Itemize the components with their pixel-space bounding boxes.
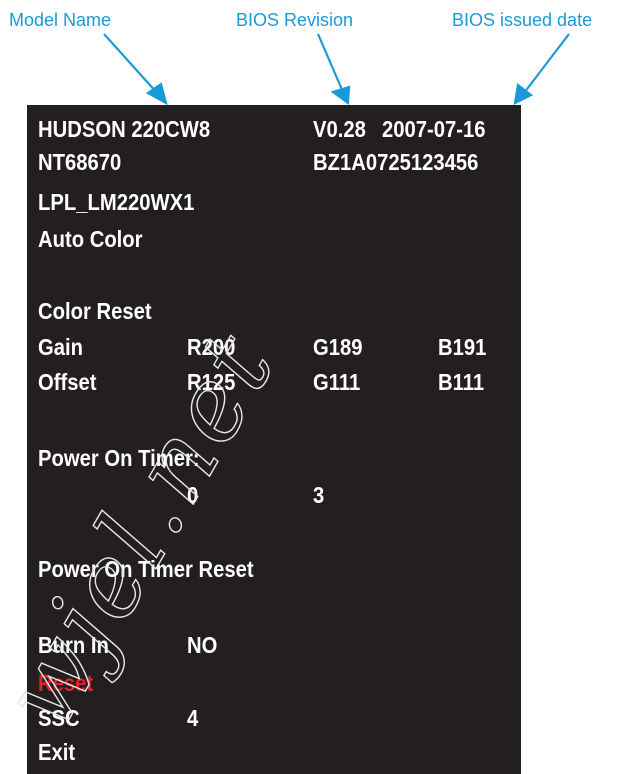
exit-item[interactable]: Exit <box>38 738 75 766</box>
power-on-timer-value-1[interactable]: 0 <box>187 481 198 509</box>
color-reset-item[interactable]: Color Reset <box>38 297 152 325</box>
bios-revision-arrow <box>316 33 345 93</box>
bios-date-arrow <box>523 33 570 94</box>
burn-in-value[interactable]: NO <box>187 631 217 659</box>
power-on-timer-label: Power On Timer: <box>38 445 200 471</box>
model-name-arrow <box>103 33 159 95</box>
offset-r-value[interactable]: R125 <box>187 368 235 396</box>
gain-r-value[interactable]: R200 <box>187 333 235 361</box>
model-name-arrowhead <box>145 82 168 106</box>
bios-revision-callout: BIOS Revision <box>236 10 354 30</box>
reset-item[interactable]: Reset <box>38 669 93 697</box>
bios-date-arrowhead <box>513 83 534 105</box>
ssc-value[interactable]: 4 <box>187 704 198 732</box>
bios-revision-arrowhead <box>330 85 351 106</box>
gain-label: Gain <box>38 334 83 360</box>
serial-value: BZ1A0725123456 <box>313 149 479 175</box>
ssc-label: SSC <box>38 705 80 731</box>
factory-osd-menu: HUDSON 220CW8 V0.28 2007-07-16 NT68670 B… <box>27 105 521 774</box>
offset-b-value[interactable]: B111 <box>438 368 484 396</box>
power-on-timer-value-2[interactable]: 3 <box>313 481 324 509</box>
auto-color-item[interactable]: Auto Color <box>38 225 143 253</box>
bios-issued-date-callout: BIOS issued date <box>452 10 593 30</box>
model-value: HUDSON 220CW8 <box>38 116 211 142</box>
offset-label: Offset <box>38 369 97 395</box>
bios-version-value: V0.28 <box>313 116 366 142</box>
power-on-timer-reset-item[interactable]: Power On Timer Reset <box>38 555 254 583</box>
model-name-callout: Model Name <box>9 10 112 30</box>
gain-g-value[interactable]: G189 <box>313 333 363 361</box>
burn-in-label: Burn In <box>38 632 109 658</box>
offset-g-value[interactable]: G111 <box>313 368 360 396</box>
gain-b-value[interactable]: B191 <box>438 333 486 361</box>
bios-date-value: 2007-07-16 <box>382 116 486 142</box>
scaler-value: NT68670 <box>38 149 122 175</box>
panel-value: LPL_LM220WX1 <box>38 189 195 215</box>
